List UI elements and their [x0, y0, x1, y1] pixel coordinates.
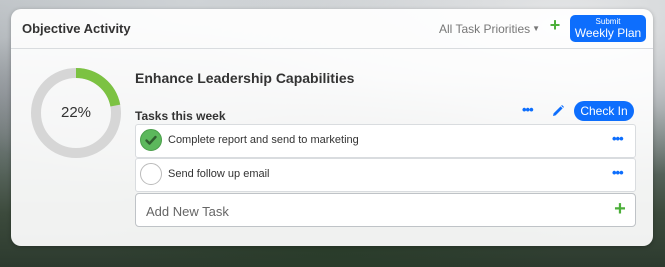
submit-label: Submit — [595, 17, 621, 26]
add-icon[interactable]: + — [547, 16, 563, 34]
task-row[interactable]: Send follow up email ••• — [135, 158, 636, 192]
add-new-task-field[interactable]: + — [135, 193, 636, 227]
task-text: Send follow up email — [168, 168, 270, 180]
task-complete-checkbox[interactable] — [140, 129, 162, 151]
task-priorities-label: All Task Priorities — [439, 22, 531, 36]
add-task-input[interactable] — [144, 200, 588, 222]
objective-title: Enhance Leadership Capabilities — [135, 70, 355, 86]
task-row[interactable]: Complete report and send to marketing ••… — [135, 124, 636, 158]
submit-weekly-plan-button[interactable]: Submit Weekly Plan — [570, 15, 646, 42]
weekly-plan-label: Weekly Plan — [574, 26, 642, 40]
card-header: Objective Activity All Task Priorities ▼ … — [11, 9, 653, 49]
task-priorities-dropdown[interactable]: All Task Priorities ▼ — [439, 22, 540, 36]
more-options-icon[interactable]: ••• — [522, 102, 534, 117]
objective-activity-card: Objective Activity All Task Priorities ▼ … — [11, 9, 653, 246]
checkmark-icon — [145, 135, 157, 145]
task-text: Complete report and send to marketing — [168, 134, 359, 146]
tasks-this-week-label: Tasks this week — [135, 109, 226, 123]
caret-down-icon: ▼ — [532, 24, 541, 33]
add-task-plus-icon[interactable]: + — [612, 199, 628, 219]
check-in-button[interactable]: Check In — [574, 101, 634, 121]
task-incomplete-checkbox[interactable] — [140, 163, 162, 185]
task-more-options-icon[interactable]: ••• — [612, 165, 624, 180]
pencil-icon[interactable] — [551, 104, 565, 118]
card-title: Objective Activity — [22, 21, 131, 36]
progress-percent: 22% — [60, 104, 92, 121]
task-more-options-icon[interactable]: ••• — [612, 131, 624, 146]
